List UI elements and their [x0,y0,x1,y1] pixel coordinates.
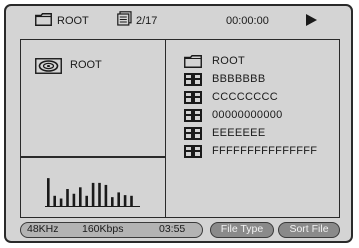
spectrum-bar [53,195,56,206]
spectrum-bar [47,178,50,206]
list-item-label: 00000000000 [212,109,283,121]
sample-rate: 48KHz [27,223,59,235]
document-icon [117,11,132,26]
spectrum-panel [20,157,165,218]
file-icon [184,91,202,104]
file-type-button[interactable]: File Type [210,222,274,238]
folder-icon [35,13,52,26]
spectrum-analyzer [45,178,140,207]
disc-icon [35,58,62,74]
spectrum-bar [91,182,95,206]
source-panel: ROOT [20,39,165,157]
track-duration: 03:55 [159,223,186,235]
list-item-label: EEEEEEE [212,127,266,139]
bitrate: 160Kbps [82,223,124,235]
list-item-label: FFFFFFFFFFFFFFF [212,145,318,157]
playback-time: 00:00:00 [226,15,269,27]
list-item-label: CCCCCCCC [212,91,278,103]
file-icon [184,145,202,158]
file-count: 2/17 [136,15,158,27]
play-icon[interactable] [306,14,317,26]
folder-icon [184,55,202,68]
top-status-bar: ROOT 2/17 00:00:00 [6,6,351,36]
bottom-bar: 48KHz 160Kbps 03:55 File Type Sort File [20,222,340,238]
spectrum-bar [98,182,101,206]
player-screen: ROOT 2/17 00:00:00 ROOT ROOT BBBBBBB CCC… [4,4,353,243]
spectrum-bar [66,189,69,206]
spectrum-bar [104,184,108,206]
spectrum-bar [72,193,76,206]
file-icon [184,73,202,86]
spectrum-bar [79,187,82,206]
spectrum-bar [117,192,120,206]
spectrum-bar [59,198,63,206]
list-item-label: ROOT [212,55,245,67]
spectrum-bar [85,195,88,206]
list-item-label: BBBBBBB [212,73,266,85]
audio-info: 48KHz 160Kbps 03:55 [20,222,203,238]
sort-file-button[interactable]: Sort File [278,222,340,238]
spectrum-bar [111,197,114,206]
file-browser-panel: ROOT BBBBBBB CCCCCCCC 00000000000 EEEEEE… [165,39,340,218]
spectrum-bar [123,195,127,206]
disc-label: ROOT [70,59,102,71]
file-icon [184,109,202,122]
current-folder-label: ROOT [57,15,89,27]
spectrum-bar [130,195,133,206]
file-icon [184,127,202,140]
